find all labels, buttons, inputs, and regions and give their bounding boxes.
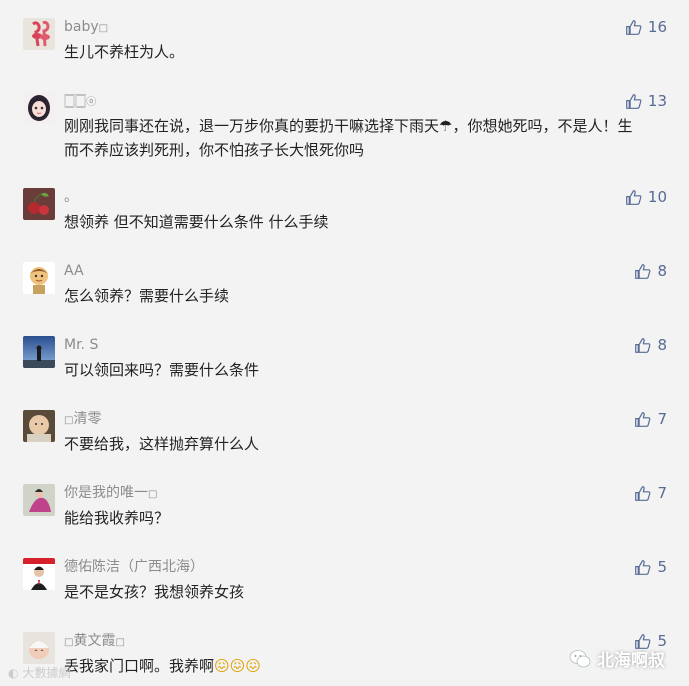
like-count: 16 xyxy=(647,18,667,36)
comment-author: Mr. S xyxy=(64,337,99,353)
watermark-left: ◐ 大數據網 xyxy=(8,665,71,681)
comment-text: 丢我家门口啊。我养啊😖😖😖 xyxy=(64,657,261,675)
avatar[interactable] xyxy=(23,18,55,50)
cherry-avatar-icon xyxy=(23,188,55,220)
comment-text: 不要给我，这样抛弃算什么人 xyxy=(64,435,260,453)
comment-author: baby□ xyxy=(64,19,109,35)
like-count: 10 xyxy=(647,188,667,206)
like-button[interactable]: 8 xyxy=(634,336,667,354)
avatar[interactable] xyxy=(23,92,55,124)
comment-text: 可以领回来吗？需要什么条件 xyxy=(64,361,260,379)
like-count: 8 xyxy=(657,262,667,280)
baby-avatar-icon xyxy=(23,410,55,442)
avatar[interactable] xyxy=(23,484,55,516)
comment-author: 德佑陈洁（广西北海） xyxy=(64,559,204,575)
thumbs-up-icon xyxy=(635,263,651,279)
comment-author: 🀆🀆ⓞ xyxy=(64,93,97,109)
like-button[interactable]: 5 xyxy=(634,558,667,576)
like-count: 8 xyxy=(657,336,667,354)
avatar[interactable] xyxy=(23,410,55,442)
avatar[interactable] xyxy=(23,558,55,590)
like-button[interactable]: 7 xyxy=(634,484,667,502)
comment-author: □清零 xyxy=(64,411,102,427)
comment-text: 生儿不养枉为人。 xyxy=(64,43,185,61)
wechat-icon xyxy=(569,649,591,667)
like-count: 13 xyxy=(647,92,667,110)
thumbs-up-icon xyxy=(635,559,651,575)
thumbs-up-icon xyxy=(635,337,651,353)
thumbs-up-icon xyxy=(626,189,642,205)
avatar[interactable] xyxy=(23,262,55,294)
thumbs-up-icon xyxy=(626,93,642,109)
avatar[interactable] xyxy=(23,336,55,368)
thumbs-up-icon xyxy=(635,411,651,427)
cartoon-avatar-icon xyxy=(23,262,55,294)
pink-avatar-icon xyxy=(23,484,55,516)
avatar[interactable] xyxy=(23,632,55,664)
comment-author: 你是我的唯一□ xyxy=(64,485,158,501)
watermark-logo-icon: ◐ xyxy=(8,665,19,680)
like-button[interactable]: 7 xyxy=(634,410,667,428)
watermark-right: 北海啊叔 xyxy=(569,646,665,671)
thumbs-up-icon xyxy=(626,19,642,35)
comment-text: 是不是女孩？我想领养女孩 xyxy=(64,583,245,601)
flamingo-avatar-icon xyxy=(23,18,55,50)
persevere-emoji-icon: 😖😖😖 xyxy=(214,657,261,675)
newborn-avatar-icon xyxy=(23,632,55,664)
avatar[interactable] xyxy=(23,188,55,220)
thumbs-up-icon xyxy=(635,485,651,501)
comment-author: □黄文霞□ xyxy=(64,633,125,649)
like-button[interactable]: 16 xyxy=(625,18,667,36)
like-button[interactable]: 10 xyxy=(625,188,667,206)
comment-author: AA xyxy=(64,263,84,279)
like-button[interactable]: 8 xyxy=(634,262,667,280)
like-button[interactable]: 13 xyxy=(625,92,667,110)
agent-avatar-icon xyxy=(23,558,55,590)
like-count: 5 xyxy=(657,558,667,576)
comment-text: 刚刚我同事还在说，退一万步你真的要扔干嘛选择下雨天☂，你想她死吗，不是人！生而不… xyxy=(64,117,633,159)
sky-avatar-icon xyxy=(23,336,55,368)
comment-author: 。 xyxy=(64,189,78,205)
comment-text: 想领养 但不知道需要什么条件 什么手续 xyxy=(64,213,329,231)
comment-text: 能给我收养吗？ xyxy=(64,509,170,527)
like-count: 7 xyxy=(657,410,667,428)
comment-text: 怎么领养？需要什么手续 xyxy=(64,287,230,305)
like-count: 7 xyxy=(657,484,667,502)
girl-avatar-icon xyxy=(23,92,55,124)
